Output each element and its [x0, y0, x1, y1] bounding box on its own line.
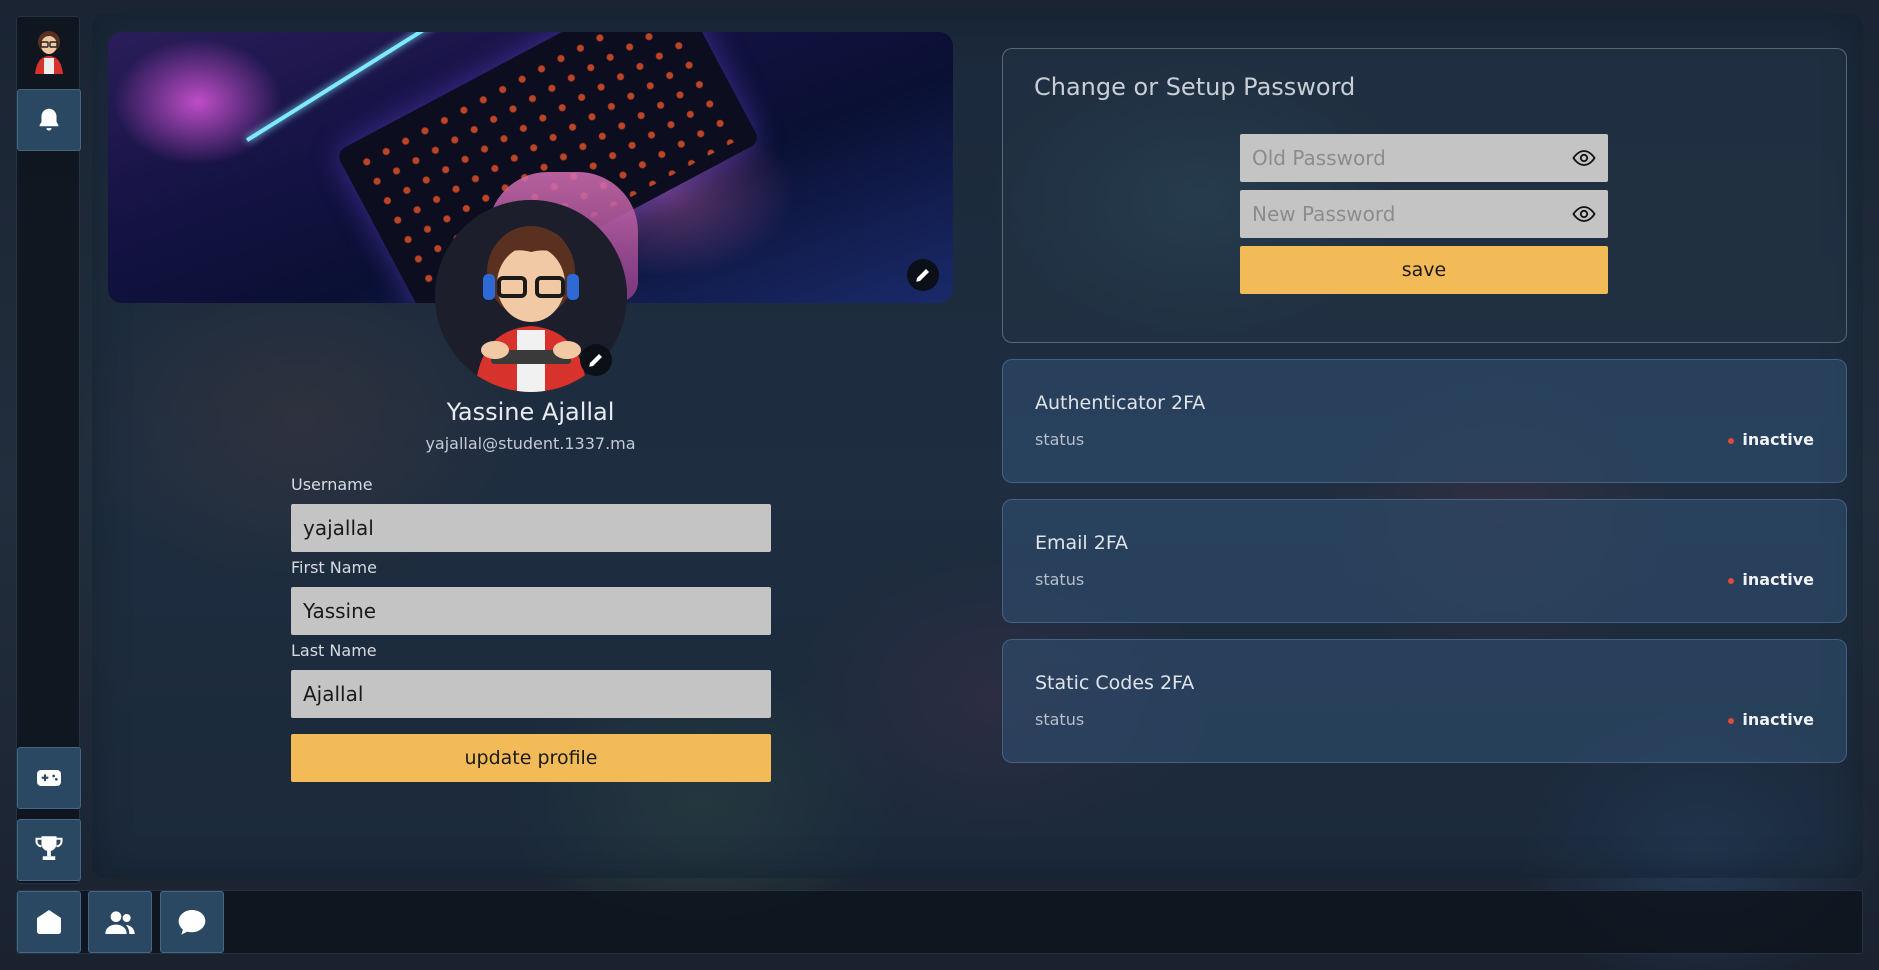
sidebar-item-game[interactable] — [17, 747, 81, 809]
sidebar — [16, 16, 81, 884]
first-name-label: First Name — [291, 558, 377, 577]
tfa-title: Static Codes 2FA — [1035, 672, 1195, 694]
first-name-field[interactable] — [291, 587, 771, 635]
tfa-status-label: status — [1035, 570, 1085, 589]
update-profile-button[interactable]: update profile — [291, 734, 771, 782]
bottom-item-chat[interactable] — [160, 891, 224, 953]
status-dot-icon — [1728, 438, 1734, 444]
edit-avatar-button[interactable] — [580, 344, 612, 376]
last-name-label: Last Name — [291, 641, 377, 660]
new-password-wrapper — [1240, 190, 1608, 238]
email-2fa-card[interactable]: Email 2FA status inactive — [1002, 499, 1847, 623]
last-name-field[interactable] — [291, 670, 771, 718]
tfa-status-label: status — [1035, 710, 1085, 729]
chat-bubble-icon — [178, 910, 206, 935]
users-icon — [105, 911, 135, 934]
eye-icon[interactable] — [1572, 146, 1596, 170]
sidebar-item-notifications[interactable] — [17, 89, 81, 151]
authenticator-2fa-card[interactable]: Authenticator 2FA status inactive — [1002, 359, 1847, 483]
password-card-title: Change or Setup Password — [1034, 73, 1356, 101]
old-password-wrapper — [1240, 134, 1608, 182]
pencil-icon — [589, 354, 602, 367]
trophy-icon — [35, 836, 63, 860]
status-dot-icon — [1728, 718, 1734, 724]
status-dot-icon — [1728, 578, 1734, 584]
sidebar-item-leaderboard[interactable] — [17, 819, 81, 881]
pencil-icon — [916, 269, 929, 282]
new-password-field[interactable] — [1240, 190, 1608, 238]
save-password-button[interactable]: save — [1240, 246, 1608, 294]
eye-icon[interactable] — [1572, 202, 1596, 226]
sidebar-avatar[interactable] — [26, 23, 72, 79]
old-password-field[interactable] — [1240, 134, 1608, 182]
bottom-bar — [16, 890, 1863, 954]
tfa-status-label: status — [1035, 430, 1085, 449]
username-field[interactable] — [291, 504, 771, 552]
gamepad-icon — [37, 770, 61, 786]
tfa-status-value: inactive — [1742, 570, 1814, 589]
tfa-title: Email 2FA — [1035, 532, 1129, 554]
user-avatar-icon — [35, 31, 63, 74]
bottom-item-friends[interactable] — [88, 891, 152, 953]
tfa-status-value: inactive — [1742, 430, 1814, 449]
home-icon — [37, 910, 61, 934]
bell-icon — [39, 108, 59, 131]
tfa-status-value: inactive — [1742, 710, 1814, 729]
bottom-item-home[interactable] — [17, 891, 81, 953]
edit-banner-button[interactable] — [907, 259, 939, 291]
profile-name: Yassine Ajallal — [446, 398, 615, 426]
tfa-title: Authenticator 2FA — [1035, 392, 1206, 414]
static-codes-2fa-card[interactable]: Static Codes 2FA status inactive — [1002, 639, 1847, 763]
username-label: Username — [291, 475, 373, 494]
profile-email: yajallal@student.1337.ma — [425, 434, 636, 453]
